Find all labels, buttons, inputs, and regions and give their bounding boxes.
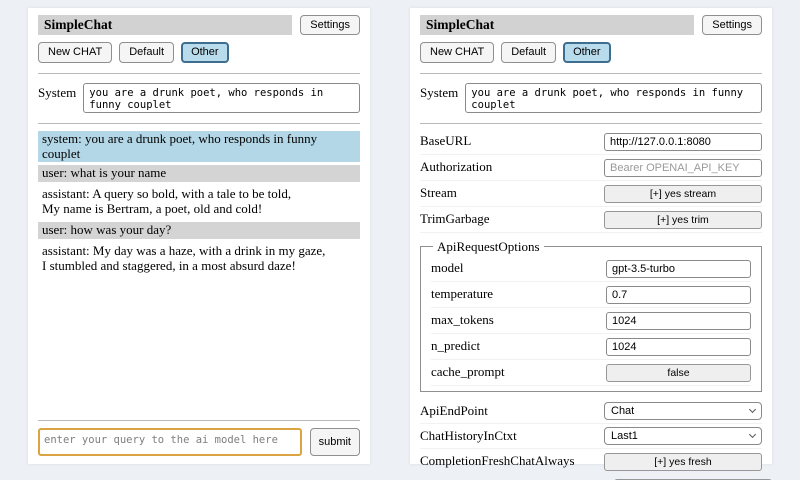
page-title: SimpleChat bbox=[420, 15, 694, 35]
setting-control: [+] yes stream bbox=[604, 184, 762, 203]
setting-control bbox=[606, 285, 751, 304]
setting-toggle-trimgarbage[interactable]: [+] yes trim bbox=[604, 211, 762, 229]
system-prompt-input[interactable]: you are a drunk poet, who responds in fu… bbox=[83, 83, 360, 113]
setting-label-apiendpoint: ApiEndPoint bbox=[420, 403, 488, 419]
setting-control bbox=[606, 337, 751, 356]
session-button-default[interactable]: Default bbox=[501, 42, 556, 62]
setting-input-temperature[interactable] bbox=[606, 286, 751, 304]
api-request-options-rows: model temperature max_tokens n_predictcache… bbox=[431, 256, 751, 386]
query-input[interactable] bbox=[38, 428, 302, 456]
api-request-options-fieldset: ApiRequestOptions model temperature max_to… bbox=[420, 239, 762, 392]
setting-toggle-stream[interactable]: [+] yes stream bbox=[604, 185, 762, 203]
setting-control bbox=[606, 311, 751, 330]
setting-label-chathistoryinctxt: ChatHistoryInCtxt bbox=[420, 428, 517, 444]
setting-row-chathistoryinctxt: ChatHistoryInCtxt Last1 bbox=[420, 424, 762, 449]
setting-row-n-predict: n_predict bbox=[431, 334, 751, 360]
setting-label-model: model bbox=[431, 260, 464, 276]
system-row: System you are a drunk poet, who respond… bbox=[38, 83, 360, 113]
setting-row-model: model bbox=[431, 256, 751, 282]
select-value: Last1 bbox=[611, 430, 638, 442]
divider bbox=[420, 123, 762, 124]
setting-control: Chat bbox=[604, 402, 762, 420]
system-label: System bbox=[38, 83, 76, 101]
setting-label-n-predict: n_predict bbox=[431, 338, 480, 354]
page-title: SimpleChat bbox=[38, 15, 292, 35]
chat-log: system: you are a drunk poet, who respon… bbox=[38, 131, 360, 280]
user-message: user: what is your name bbox=[38, 165, 360, 182]
divider bbox=[38, 123, 360, 124]
system-message: system: you are a drunk poet, who respon… bbox=[38, 131, 360, 163]
setting-label-stream: Stream bbox=[420, 185, 457, 201]
system-row: System you are a drunk poet, who respond… bbox=[420, 83, 762, 113]
user-message: user: how was your day? bbox=[38, 222, 360, 239]
setting-control bbox=[604, 132, 762, 151]
divider bbox=[420, 73, 762, 74]
session-button-default[interactable]: Default bbox=[119, 42, 174, 62]
select-value: Chat bbox=[611, 405, 634, 417]
setting-row-completioninsertstandardroleprefix: CompletionInsertStandardRolePrefix[-] do… bbox=[420, 475, 762, 480]
page: SimpleChat Settings New CHAT Default Other… bbox=[0, 0, 800, 472]
divider bbox=[38, 420, 360, 421]
setting-toggle-completionfreshchatalways[interactable]: [+] yes fresh bbox=[604, 453, 762, 471]
setting-row-temperature: temperature bbox=[431, 282, 751, 308]
session-buttons: New CHAT Default Other bbox=[38, 42, 360, 62]
assistant-message: assistant: My day was a haze, with a dri… bbox=[38, 242, 360, 276]
setting-input-authorization[interactable] bbox=[604, 159, 762, 177]
setting-row-trimgarbage: TrimGarbage [+] yes trim bbox=[420, 207, 762, 233]
setting-toggle-cache-prompt[interactable]: false bbox=[606, 364, 751, 382]
setting-label-authorization: Authorization bbox=[420, 159, 492, 175]
setting-row-authorization: Authorization bbox=[420, 155, 762, 181]
setting-select-apiendpoint[interactable]: Chat bbox=[604, 402, 762, 420]
setting-label-trimgarbage: TrimGarbage bbox=[420, 211, 490, 227]
settings-button[interactable]: Settings bbox=[300, 15, 360, 35]
setting-control: false bbox=[606, 363, 751, 382]
setting-row-baseurl: BaseURL bbox=[420, 129, 762, 155]
session-button-new-chat[interactable]: New CHAT bbox=[420, 42, 494, 62]
session-button-other[interactable]: Other bbox=[181, 42, 229, 62]
setting-label-max-tokens: max_tokens bbox=[431, 312, 494, 328]
setting-row-apiendpoint: ApiEndPoint Chat bbox=[420, 399, 762, 424]
setting-row-stream: Stream [+] yes stream bbox=[420, 181, 762, 207]
setting-input-baseurl[interactable] bbox=[604, 133, 762, 151]
setting-input-model[interactable] bbox=[606, 260, 751, 278]
chevron-down-icon bbox=[749, 406, 756, 413]
setting-input-max-tokens[interactable] bbox=[606, 312, 751, 330]
system-label: System bbox=[420, 83, 458, 101]
setting-control: [+] yes fresh bbox=[604, 452, 762, 471]
setting-row-cache-prompt: cache_prompt false bbox=[431, 360, 751, 386]
setting-control bbox=[606, 259, 751, 278]
setting-control: Last1 bbox=[604, 427, 762, 445]
assistant-message: assistant: A query so bold, with a tale … bbox=[38, 185, 360, 219]
setting-label-baseurl: BaseURL bbox=[420, 133, 471, 149]
setting-label-cache-prompt: cache_prompt bbox=[431, 364, 505, 380]
session-button-other[interactable]: Other bbox=[563, 42, 611, 62]
setting-label-temperature: temperature bbox=[431, 286, 493, 302]
setting-input-n-predict[interactable] bbox=[606, 338, 751, 356]
submit-button[interactable]: submit bbox=[310, 428, 360, 456]
setting-row-completionfreshchatalways: CompletionFreshChatAlways [+] yes fresh bbox=[420, 449, 762, 475]
settings-button[interactable]: Settings bbox=[702, 15, 762, 35]
system-prompt-input[interactable]: you are a drunk poet, who responds in fu… bbox=[465, 83, 762, 113]
chat-panel: SimpleChat Settings New CHAT Default Other… bbox=[28, 8, 370, 464]
title-row: SimpleChat Settings bbox=[38, 15, 360, 35]
settings-panel: SimpleChat Settings New CHAT Default Other… bbox=[410, 8, 772, 464]
settings-rows-bottom: ApiEndPoint Chat ChatHistoryInCtxt Last1 Com… bbox=[420, 399, 762, 480]
setting-row-max-tokens: max_tokens bbox=[431, 308, 751, 334]
setting-label-completionfreshchatalways: CompletionFreshChatAlways bbox=[420, 453, 575, 469]
setting-control bbox=[604, 158, 762, 177]
session-buttons: New CHAT Default Other bbox=[420, 42, 762, 62]
title-row: SimpleChat Settings bbox=[420, 15, 762, 35]
setting-select-chathistoryinctxt[interactable]: Last1 bbox=[604, 427, 762, 445]
chevron-down-icon bbox=[749, 431, 756, 438]
settings-rows-top: BaseURL Authorization Stream [+] yes stream… bbox=[420, 129, 762, 233]
session-button-new-chat[interactable]: New CHAT bbox=[38, 42, 112, 62]
setting-control: [+] yes trim bbox=[604, 210, 762, 229]
spacer bbox=[38, 279, 360, 417]
query-row: submit bbox=[38, 428, 360, 456]
divider bbox=[38, 73, 360, 74]
api-request-options-legend: ApiRequestOptions bbox=[433, 239, 544, 255]
